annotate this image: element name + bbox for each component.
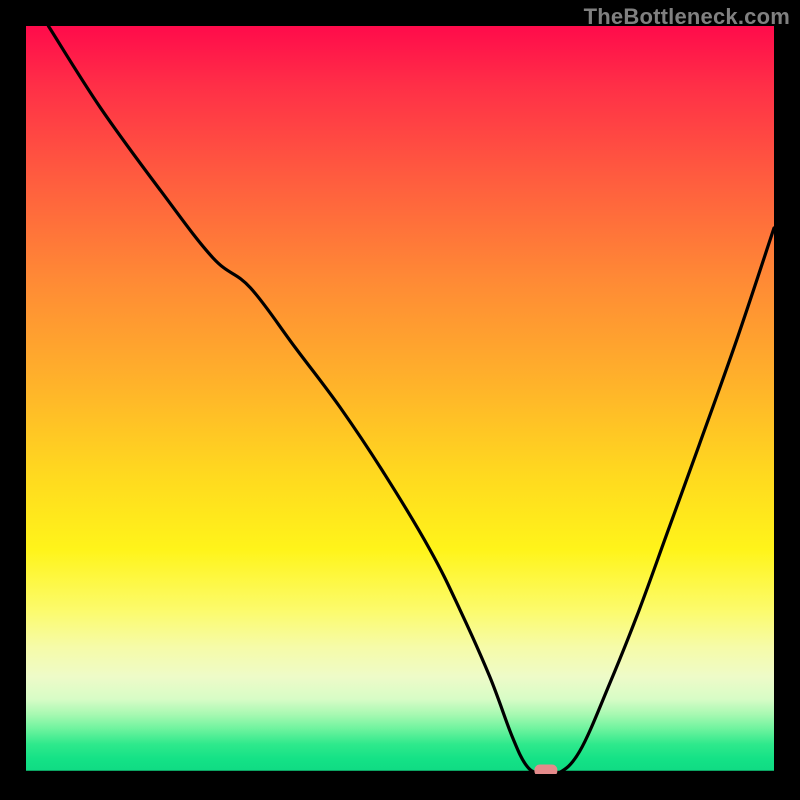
curve-layer [26,26,774,774]
chart-frame: TheBottleneck.com [0,0,800,800]
optimal-marker [535,765,557,774]
plot-area [26,26,774,774]
bottleneck-curve [48,26,774,774]
watermark-text: TheBottleneck.com [584,4,790,30]
